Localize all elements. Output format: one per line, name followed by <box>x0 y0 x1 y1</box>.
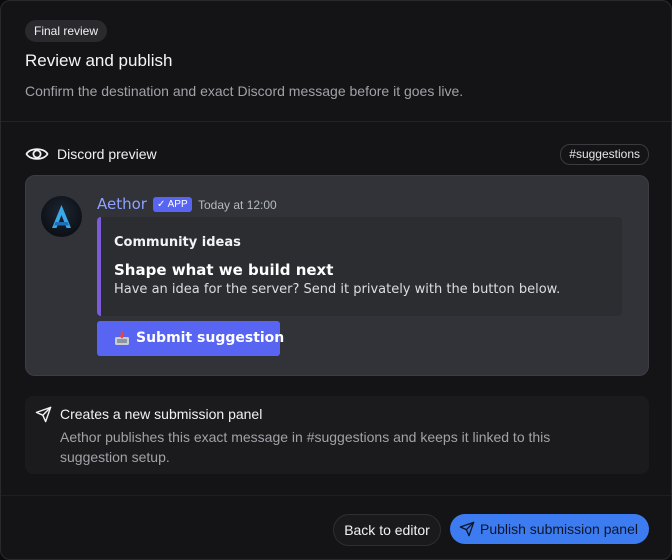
preview-section-title: Discord preview <box>57 146 157 162</box>
channel-tag: #suggestions <box>560 144 649 165</box>
info-title: Creates a new submission panel <box>60 406 263 422</box>
step-badge: Final review <box>25 20 108 42</box>
back-to-editor-label: Back to editor <box>344 522 430 538</box>
dialog-title: Review and publish <box>25 51 173 70</box>
message-timestamp: Today at 12:00 <box>198 198 277 212</box>
embed-description: Have an idea for the server? Send it pri… <box>114 282 561 297</box>
embed-author: Community ideas <box>114 235 241 250</box>
submit-suggestion-button[interactable]: Submit suggestion <box>97 321 284 356</box>
send-icon <box>35 406 52 423</box>
dialog-footer: Back to editor Publish submission panel <box>1 495 671 559</box>
info-body: Aethor publishes this exact message in #… <box>60 429 551 465</box>
send-icon <box>459 521 475 537</box>
preview-section-header: Discord preview #suggestions <box>25 142 649 166</box>
discord-message-preview: Aethor ✓ APP Today at 12:00 Community id… <box>25 175 649 376</box>
dialog-subtitle: Confirm the destination and exact Discor… <box>25 83 464 99</box>
inbox-tray-icon <box>115 331 129 345</box>
embed-title: Shape what we build next <box>114 261 334 279</box>
publish-submission-panel-button[interactable]: Publish submission panel <box>450 514 649 544</box>
aethor-logo-icon <box>52 205 71 228</box>
dialog-header: Final review Review and publish Confirm … <box>1 1 671 122</box>
message-embed: Community ideas Shape what we build next… <box>97 217 622 316</box>
bot-avatar <box>41 196 82 237</box>
app-badge: ✓ APP <box>153 197 192 212</box>
publish-info-card: Creates a new submission panel Aethor pu… <box>25 396 649 474</box>
author-name[interactable]: Aethor <box>97 194 147 214</box>
publish-submission-panel-label: Publish submission panel <box>480 521 638 537</box>
back-to-editor-button[interactable]: Back to editor <box>333 514 441 546</box>
eye-icon <box>25 148 49 160</box>
publish-dialog: Final review Review and publish Confirm … <box>0 0 672 560</box>
submit-suggestion-label: Submit suggestion <box>136 330 285 346</box>
